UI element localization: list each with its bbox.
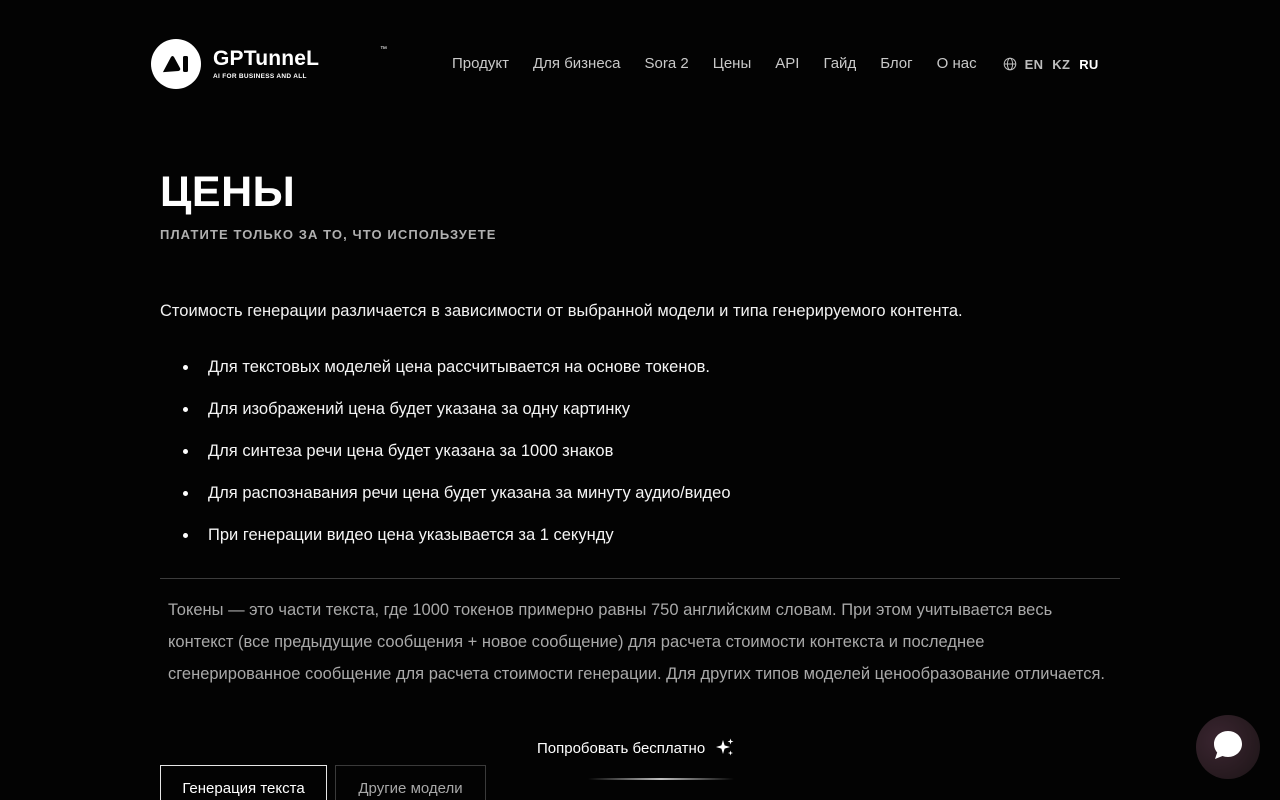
bullet-icon (183, 533, 188, 538)
logo-mark-icon (151, 39, 201, 89)
try-free-button[interactable]: Попробовать бесплатно (537, 737, 736, 759)
logo-trademark: ™ (380, 46, 387, 53)
page-title: ЦЕНЫ (160, 168, 296, 216)
logo-tagline: AI FOR BUSINESS AND ALL (213, 73, 307, 80)
lang-ru[interactable]: RU (1079, 57, 1098, 72)
tab-other-models[interactable]: Другие модели (335, 765, 486, 800)
nav-item-sora[interactable]: Sora 2 (645, 54, 689, 74)
lang-kz[interactable]: KZ (1052, 57, 1070, 72)
divider (160, 578, 1120, 579)
nav-item-business[interactable]: Для бизнеса (533, 54, 621, 74)
try-free-label: Попробовать бесплатно (537, 739, 706, 757)
bullet-icon (183, 449, 188, 454)
tokens-note: Токены — это части текста, где 1000 токе… (168, 601, 1105, 683)
pricing-rules-list: Для текстовых моделей цена рассчитываетс… (160, 356, 1120, 566)
list-item: Для распознавания речи цена будет указан… (160, 482, 1120, 524)
nav-item-product[interactable]: Продукт (452, 54, 509, 74)
lang-en[interactable]: EN (1025, 57, 1044, 72)
page-subtitle: ПЛАТИТЕ ТОЛЬКО ЗА ТО, ЧТО ИСПОЛЬЗУЕТЕ (160, 227, 497, 242)
chat-bubble-icon (1211, 728, 1245, 767)
nav-item-about[interactable]: О нас (937, 54, 977, 74)
list-item: Для синтеза речи цена будет указана за 1… (160, 440, 1120, 482)
language-switcher: EN KZ RU (1003, 57, 1108, 72)
tab-text-generation[interactable]: Генерация текста (160, 765, 327, 800)
nav-item-guide[interactable]: Гайд (823, 54, 856, 74)
globe-icon (1003, 57, 1017, 71)
list-item-text: При генерации видео цена указывается за … (208, 526, 614, 544)
bullet-icon (183, 407, 188, 412)
logo[interactable]: GPTunneL ™ AI FOR BUSINESS AND ALL (151, 39, 387, 89)
nav-item-pricing[interactable]: Цены (713, 54, 752, 74)
list-item: При генерации видео цена указывается за … (160, 524, 1120, 566)
list-item-text: Для синтеза речи цена будет указана за 1… (208, 442, 614, 460)
chat-widget-button[interactable] (1196, 715, 1260, 779)
sparkles-icon (714, 737, 736, 759)
list-item: Для изображений цена будет указана за од… (160, 398, 1120, 440)
bullet-icon (183, 365, 188, 370)
intro-text: Стоимость генерации различается в зависи… (160, 302, 963, 320)
logo-name: GPTunneL (213, 47, 320, 70)
nav-item-api[interactable]: API (775, 54, 799, 74)
list-item-text: Для изображений цена будет указана за од… (208, 400, 631, 418)
cta-underline (588, 778, 734, 780)
bullet-icon (183, 491, 188, 496)
list-item-text: Для распознавания речи цена будет указан… (208, 484, 731, 502)
nav-item-blog[interactable]: Блог (880, 54, 912, 74)
main-nav: Продукт Для бизнеса Sora 2 Цены API Гайд… (452, 54, 1108, 74)
pricing-page: GPTunneL ™ AI FOR BUSINESS AND ALL Проду… (0, 0, 1280, 800)
list-item: Для текстовых моделей цена рассчитываетс… (160, 356, 1120, 398)
list-item-text: Для текстовых моделей цена рассчитываетс… (208, 358, 710, 376)
